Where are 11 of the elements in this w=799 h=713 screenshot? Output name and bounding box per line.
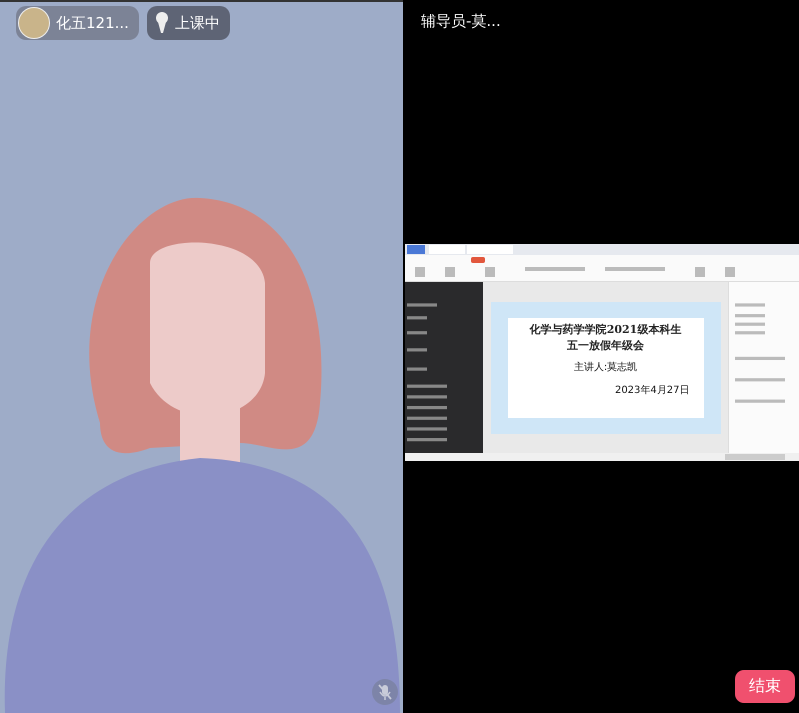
microphone-icon	[154, 12, 169, 34]
status-text: 上课中	[174, 14, 220, 32]
slide-presenter: 主讲人:莫志凯	[574, 360, 638, 374]
slide-title: 化学与药学学院2021级本科生	[530, 322, 682, 336]
muted-microphone-icon[interactable]	[372, 679, 398, 705]
end-button[interactable]: 结束	[735, 670, 795, 703]
participant-name: 辅导员-莫...	[420, 11, 501, 31]
avatar-photo-placeholder	[18, 7, 50, 39]
participant-name: 化五121...	[56, 14, 129, 32]
slide-subtitle: 五一放假年级会	[567, 338, 644, 352]
slide-date: 2023年4月27日	[614, 384, 690, 396]
